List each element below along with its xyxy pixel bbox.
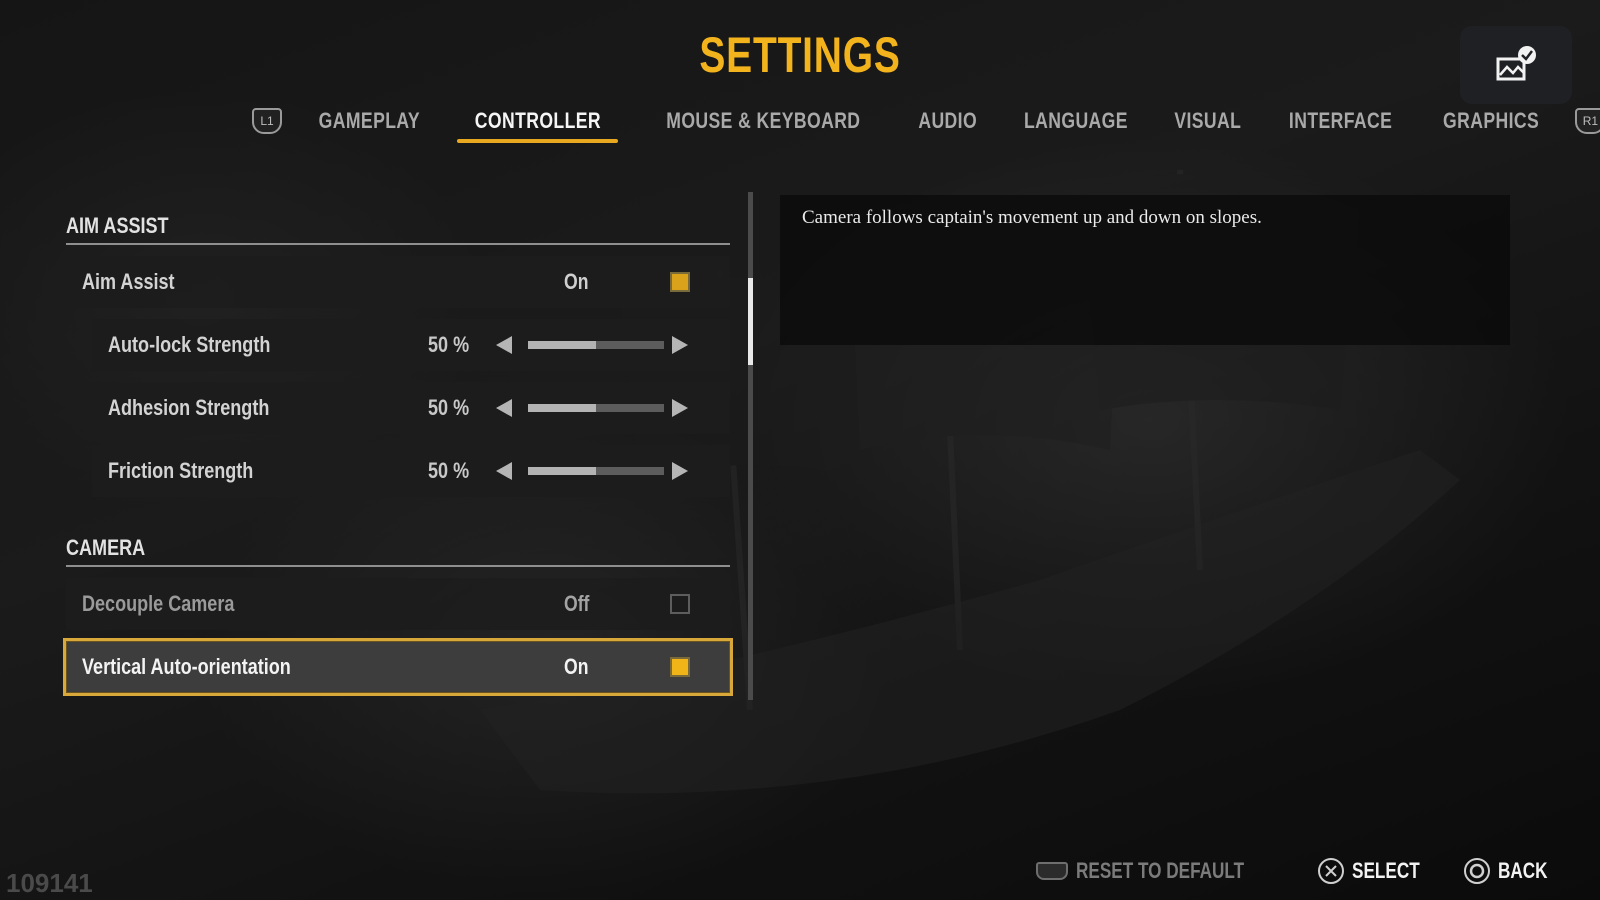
scrollbar-thumb[interactable] — [748, 278, 753, 365]
reset-to-default-button[interactable]: RESET TO DEFAULT — [1036, 858, 1292, 884]
setting-label: Friction Strength — [108, 458, 254, 483]
settings-tab-bar: L1 GAMEPLAY CONTROLLER MOUSE & KEYBOARD … — [252, 100, 1600, 143]
reset-label: RESET TO DEFAULT — [1076, 858, 1245, 883]
setting-row-auto-lock-strength[interactable]: Auto-lock Strength 50 % — [92, 319, 730, 371]
setting-value: On — [564, 269, 589, 294]
setting-description-panel: Camera follows captain's movement up and… — [780, 195, 1510, 345]
decrease-arrow-icon[interactable] — [496, 462, 512, 480]
select-label: SELECT — [1351, 858, 1420, 883]
slider-value: 50 % — [428, 395, 470, 420]
page-title: SETTINGS — [699, 27, 901, 83]
setting-value: On — [564, 654, 589, 679]
slider-fill — [528, 404, 596, 412]
tab-graphics[interactable]: GRAPHICS — [1429, 100, 1553, 142]
slider-fill — [528, 467, 596, 475]
setting-description: Camera follows captain's movement up and… — [802, 207, 1262, 228]
performance-check-icon — [1496, 46, 1536, 81]
slider-fill — [528, 341, 596, 349]
setting-label: Decouple Camera — [82, 591, 235, 616]
adhesion-strength-slider[interactable] — [528, 404, 664, 412]
setting-row-decouple-camera[interactable]: Decouple Camera Off — [66, 578, 730, 630]
friction-strength-slider[interactable] — [528, 467, 664, 475]
touchpad-icon — [1036, 862, 1069, 880]
performance-check-button[interactable] — [1460, 26, 1572, 104]
tab-visual[interactable]: VISUAL — [1164, 100, 1252, 142]
decouple-camera-checkbox[interactable] — [670, 594, 690, 614]
setting-row-vertical-auto-orientation[interactable]: Vertical Auto-orientation On — [63, 638, 733, 696]
section-title-camera: CAMERA — [66, 527, 730, 567]
setting-label: Auto-lock Strength — [108, 332, 271, 357]
decrease-arrow-icon[interactable] — [496, 399, 512, 417]
back-label: BACK — [1498, 858, 1549, 883]
watermark-text: 109141 — [6, 868, 93, 898]
tab-interface[interactable]: INTERFACE — [1274, 100, 1407, 142]
r1-bumper-button[interactable]: R1 — [1575, 108, 1600, 134]
back-button[interactable]: BACK — [1464, 858, 1562, 884]
button-hints: RESET TO DEFAULT SELECT BACK — [1036, 858, 1562, 884]
setting-label: Vertical Auto-orientation — [82, 654, 291, 679]
circle-button-icon — [1464, 858, 1491, 884]
setting-label: Aim Assist — [82, 269, 175, 294]
l1-bumper-button[interactable]: L1 — [252, 108, 282, 134]
slider-value: 50 % — [428, 458, 470, 483]
settings-scrollbar[interactable] — [748, 192, 753, 700]
settings-list: AIM ASSIST Aim Assist On Auto-lock Stren… — [63, 205, 733, 696]
cross-button-icon — [1317, 858, 1344, 884]
aim-assist-checkbox[interactable] — [670, 272, 690, 292]
setting-row-friction-strength[interactable]: Friction Strength 50 % — [92, 445, 730, 497]
setting-value: Off — [564, 591, 590, 616]
tab-gameplay[interactable]: GAMEPLAY — [304, 100, 435, 142]
auto-lock-strength-slider[interactable] — [528, 341, 664, 349]
tab-controller[interactable]: CONTROLLER — [456, 100, 619, 143]
decrease-arrow-icon[interactable] — [496, 336, 512, 354]
setting-row-aim-assist[interactable]: Aim Assist On — [66, 256, 730, 308]
increase-arrow-icon[interactable] — [672, 336, 688, 354]
tab-mouse-keyboard[interactable]: MOUSE & KEYBOARD — [640, 100, 887, 142]
select-button[interactable]: SELECT — [1317, 858, 1439, 884]
tab-audio[interactable]: AUDIO — [909, 100, 986, 142]
setting-row-adhesion-strength[interactable]: Adhesion Strength 50 % — [92, 382, 730, 434]
setting-label: Adhesion Strength — [108, 395, 270, 420]
section-title-aim-assist: AIM ASSIST — [66, 205, 730, 245]
slider-value: 50 % — [428, 332, 470, 357]
tab-language[interactable]: LANGUAGE — [1009, 100, 1143, 142]
increase-arrow-icon[interactable] — [672, 462, 688, 480]
increase-arrow-icon[interactable] — [672, 399, 688, 417]
vertical-auto-orientation-checkbox[interactable] — [670, 657, 690, 677]
